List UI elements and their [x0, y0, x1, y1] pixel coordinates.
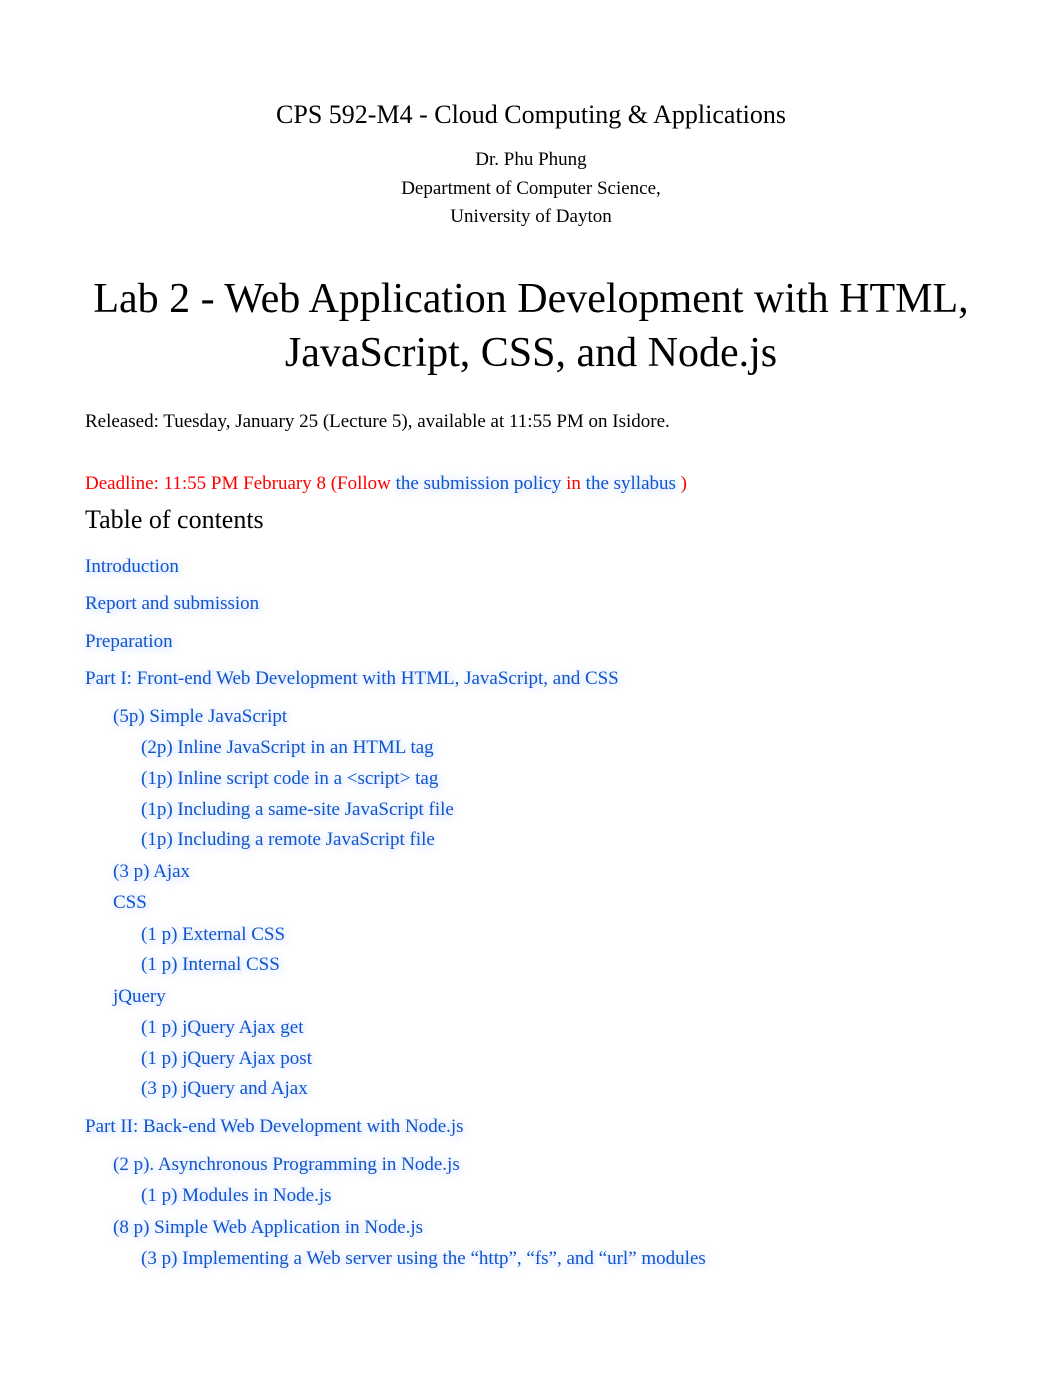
released-text: Released: Tuesday, January 25 (Lecture 5…: [85, 411, 977, 433]
toc-link-modules-node[interactable]: (1 p) Modules in Node.js: [141, 1185, 332, 1206]
course-title: CPS 592-M4 - Cloud Computing & Applicati…: [85, 100, 977, 130]
toc-link-preparation[interactable]: Preparation: [85, 631, 173, 652]
toc-link-simple-js[interactable]: (5p) Simple JavaScript: [113, 706, 287, 727]
course-meta: Dr. Phu Phung Department of Computer Sci…: [85, 146, 977, 232]
toc-link-inline-script-tag[interactable]: (1p) Inline script code in a <script> ta…: [141, 768, 438, 789]
toc-link-external-css[interactable]: (1 p) External CSS: [141, 924, 285, 945]
toc-link-jquery[interactable]: jQuery: [113, 986, 166, 1007]
toc-link-part1[interactable]: Part I: Front-end Web Development with H…: [85, 668, 619, 689]
deadline-prefix: Deadline: 11:55 PM February 8 (Follow: [85, 473, 396, 494]
toc-link-jquery-ajax[interactable]: (3 p) jQuery and Ajax: [141, 1078, 308, 1099]
toc-link-async-node[interactable]: (2 p). Asynchronous Programming in Node.…: [113, 1154, 460, 1175]
document-page: CPS 592-M4 - Cloud Computing & Applicati…: [0, 0, 1062, 1377]
toc-link-remote-js[interactable]: (1p) Including a remote JavaScript file: [141, 829, 435, 850]
table-of-contents: Introduction Report and submission Prepa…: [85, 553, 977, 1273]
toc-link-part2[interactable]: Part II: Back-end Web Development with N…: [85, 1116, 464, 1137]
deadline-text: Deadline: 11:55 PM February 8 (Follow th…: [85, 473, 977, 495]
instructor-name: Dr. Phu Phung: [85, 146, 977, 175]
toc-link-jquery-get[interactable]: (1 p) jQuery Ajax get: [141, 1017, 304, 1038]
lab-title: Lab 2 - Web Application Development with…: [85, 272, 977, 381]
submission-policy-link[interactable]: the submission policy: [396, 473, 562, 494]
toc-link-simple-web-node[interactable]: (8 p) Simple Web Application in Node.js: [113, 1217, 423, 1238]
university-name: University of Dayton: [85, 203, 977, 232]
toc-link-ajax[interactable]: (3 p) Ajax: [113, 861, 190, 882]
toc-heading: Table of contents: [85, 505, 977, 535]
department-name: Department of Computer Science,: [85, 175, 977, 204]
deadline-mid: in: [566, 473, 586, 494]
toc-link-internal-css[interactable]: (1 p) Internal CSS: [141, 954, 280, 975]
deadline-suffix: ): [681, 473, 687, 494]
toc-link-http-fs-url[interactable]: (3 p) Implementing a Web server using th…: [141, 1248, 706, 1269]
syllabus-link[interactable]: the syllabus: [586, 473, 676, 494]
toc-link-css[interactable]: CSS: [113, 892, 147, 913]
toc-link-report[interactable]: Report and submission: [85, 593, 259, 614]
toc-link-jquery-post[interactable]: (1 p) jQuery Ajax post: [141, 1048, 312, 1069]
toc-link-same-site-js[interactable]: (1p) Including a same-site JavaScript fi…: [141, 799, 454, 820]
toc-link-introduction[interactable]: Introduction: [85, 556, 179, 577]
toc-link-inline-js-tag[interactable]: (2p) Inline JavaScript in an HTML tag: [141, 737, 434, 758]
